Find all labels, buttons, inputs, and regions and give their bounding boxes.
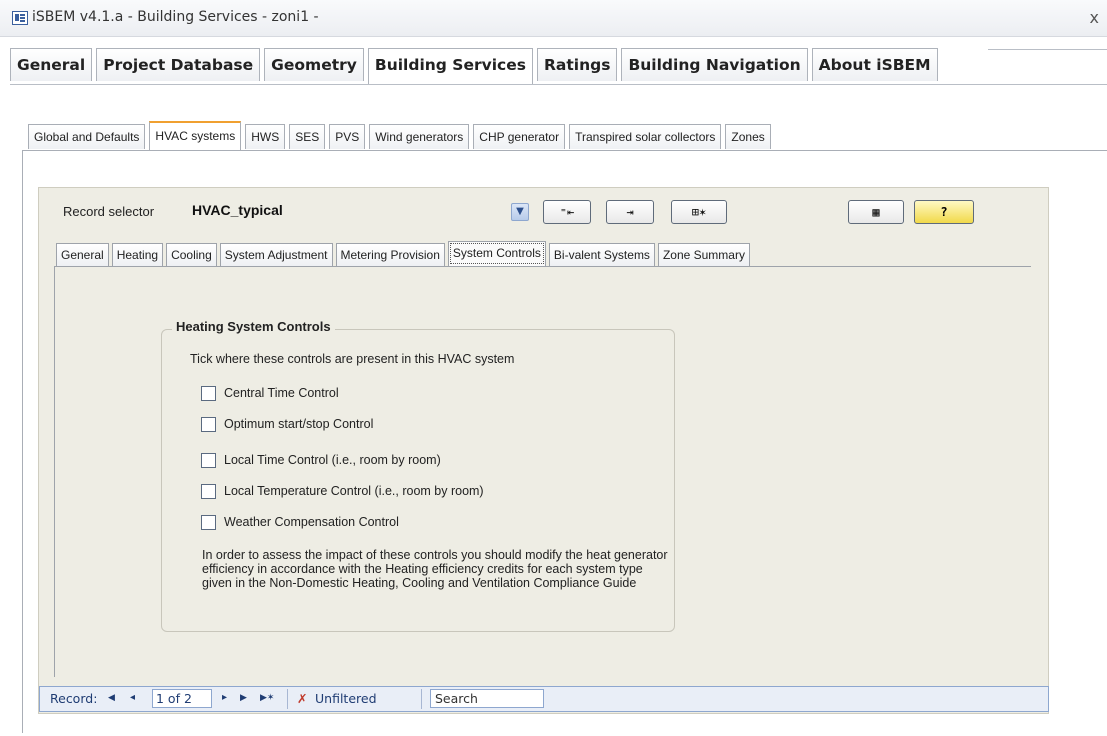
- heating-controls-note: In order to assess the impact of these c…: [202, 548, 668, 590]
- tab-chp-generator[interactable]: CHP generator: [473, 124, 566, 149]
- import-record-button[interactable]: ⁼⇤: [543, 200, 591, 224]
- tab-hws[interactable]: HWS: [245, 124, 286, 149]
- hvac-form-tab-bar: General Heating Cooling System Adjustmen…: [56, 241, 753, 267]
- filter-status[interactable]: Unfiltered: [315, 691, 377, 706]
- tab-metering-provision[interactable]: Metering Provision: [335, 243, 445, 266]
- services-tab-bar: Global and Defaults HVAC systems HWS SES…: [28, 121, 775, 150]
- control-option-label: Optimum start/stop Control: [224, 417, 374, 431]
- tab-ses[interactable]: SES: [289, 124, 326, 149]
- calculator-button[interactable]: ▦: [848, 200, 904, 224]
- tab-bar-divider: [10, 84, 1107, 85]
- record-selector-label: Record selector: [63, 204, 155, 219]
- nav-separator: [287, 689, 288, 709]
- control-option-label: Local Time Control (i.e., room by room): [224, 453, 441, 467]
- app-icon: [12, 11, 28, 25]
- title-bar: iSBEM v4.1.a - Building Services - zoni1…: [0, 0, 1107, 37]
- tab-project-database[interactable]: Project Database: [96, 48, 261, 81]
- export-record-button[interactable]: ⇥: [606, 200, 654, 224]
- chevron-down-icon[interactable]: ▼: [511, 203, 529, 221]
- search-input[interactable]: Search: [430, 689, 544, 708]
- tab-wind-generators[interactable]: Wind generators: [369, 124, 470, 149]
- first-record-icon[interactable]: ◀: [108, 693, 115, 703]
- heating-controls-title: Heating System Controls: [172, 319, 335, 334]
- control-option-row: Central Time Control: [201, 384, 339, 402]
- control-option-label: Local Temperature Control (i.e., room by…: [224, 484, 484, 498]
- tab-cooling[interactable]: Cooling: [166, 243, 217, 266]
- tab-geometry[interactable]: Geometry: [264, 48, 364, 81]
- tab-zones[interactable]: Zones: [725, 124, 771, 149]
- local-temperature-control-checkbox[interactable]: [201, 483, 216, 499]
- tab-heating[interactable]: Heating: [111, 243, 164, 266]
- tab-pvs[interactable]: PVS: [329, 124, 366, 149]
- central-time-control-checkbox[interactable]: [201, 385, 216, 401]
- control-option-row: Weather Compensation Control: [201, 513, 399, 531]
- current-record-field[interactable]: 1 of 2: [152, 689, 212, 708]
- tab-general[interactable]: General: [10, 48, 93, 81]
- next-record-icon[interactable]: ▸: [222, 692, 227, 703]
- tab-zone-summary[interactable]: Zone Summary: [657, 243, 750, 266]
- tab-about-isbem[interactable]: About iSBEM: [811, 48, 938, 81]
- local-time-control-checkbox[interactable]: [201, 452, 216, 468]
- control-option-row: Local Temperature Control (i.e., room by…: [201, 482, 484, 500]
- tab-general-form[interactable]: General: [56, 243, 109, 266]
- filter-off-icon: ✗: [297, 691, 308, 706]
- tab-global-and-defaults[interactable]: Global and Defaults: [28, 124, 146, 149]
- new-record-icon[interactable]: ▶✶: [260, 693, 274, 703]
- tab-system-adjustment[interactable]: System Adjustment: [219, 243, 333, 266]
- last-record-icon[interactable]: ▶: [240, 693, 247, 703]
- tab-ratings[interactable]: Ratings: [536, 48, 618, 81]
- weather-compensation-checkbox[interactable]: [201, 514, 216, 530]
- main-tab-bar: General Project Database Geometry Buildi…: [10, 48, 942, 84]
- tab-system-controls[interactable]: System Controls: [447, 241, 546, 266]
- close-icon[interactable]: x: [1090, 8, 1099, 27]
- tab-bi-valent-systems[interactable]: Bi-valent Systems: [548, 243, 655, 266]
- previous-record-icon[interactable]: ◂: [130, 692, 135, 703]
- control-option-row: Optimum start/stop Control: [201, 415, 373, 433]
- help-button[interactable]: ?: [914, 200, 974, 224]
- tab-transpired-solar-collectors[interactable]: Transpired solar collectors: [569, 124, 722, 149]
- control-option-row: Local Time Control (i.e., room by room): [201, 451, 441, 469]
- nav-separator: [421, 689, 422, 709]
- record-selector-value[interactable]: HVAC_typical: [192, 202, 283, 218]
- tab-bar-filler: [988, 49, 1107, 85]
- record-navigation-bar: Record: ◀ ◂ 1 of 2 ▸ ▶ ▶✶ ✗ Unfiltered S…: [39, 686, 1049, 712]
- heating-controls-instruction: Tick where these controls are present in…: [190, 352, 515, 366]
- control-option-label: Central Time Control: [224, 386, 339, 400]
- tab-building-navigation[interactable]: Building Navigation: [621, 48, 808, 81]
- control-option-label: Weather Compensation Control: [224, 515, 399, 529]
- tab-building-services[interactable]: Building Services: [367, 48, 533, 84]
- optimum-start-stop-checkbox[interactable]: [201, 416, 216, 432]
- record-label: Record:: [50, 691, 98, 706]
- new-record-button[interactable]: ⊞✶: [671, 200, 727, 224]
- tab-hvac-systems[interactable]: HVAC systems: [149, 121, 242, 150]
- window-title: iSBEM v4.1.a - Building Services - zoni1…: [32, 9, 319, 25]
